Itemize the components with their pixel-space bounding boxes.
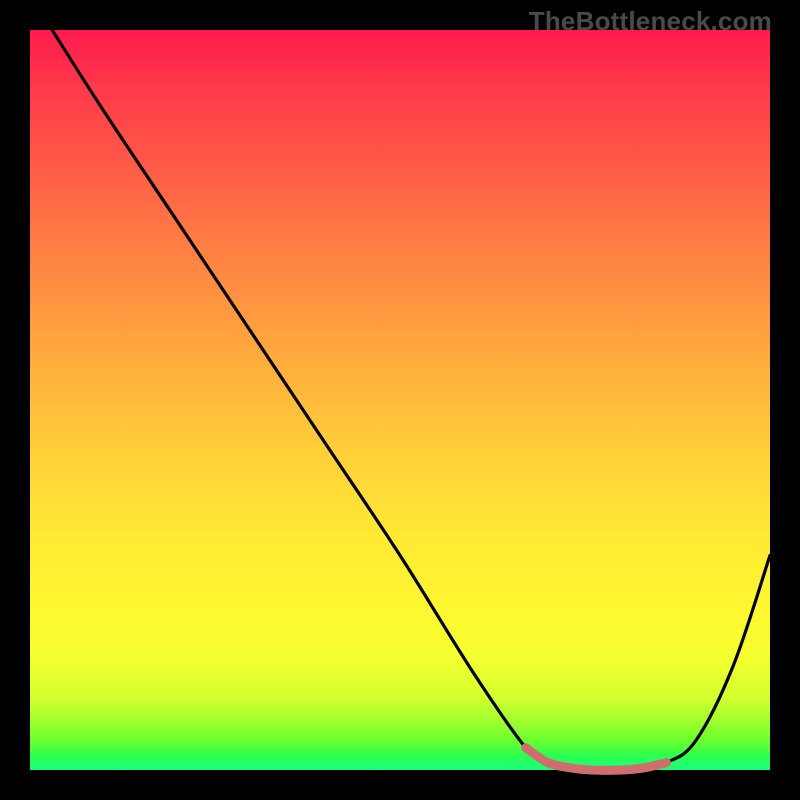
chart-frame: TheBottleneck.com bbox=[0, 0, 800, 800]
bottleneck-curve bbox=[52, 30, 770, 770]
balance-region-highlight bbox=[526, 748, 667, 770]
watermark-text: TheBottleneck.com bbox=[529, 6, 772, 37]
chart-svg bbox=[30, 30, 770, 770]
